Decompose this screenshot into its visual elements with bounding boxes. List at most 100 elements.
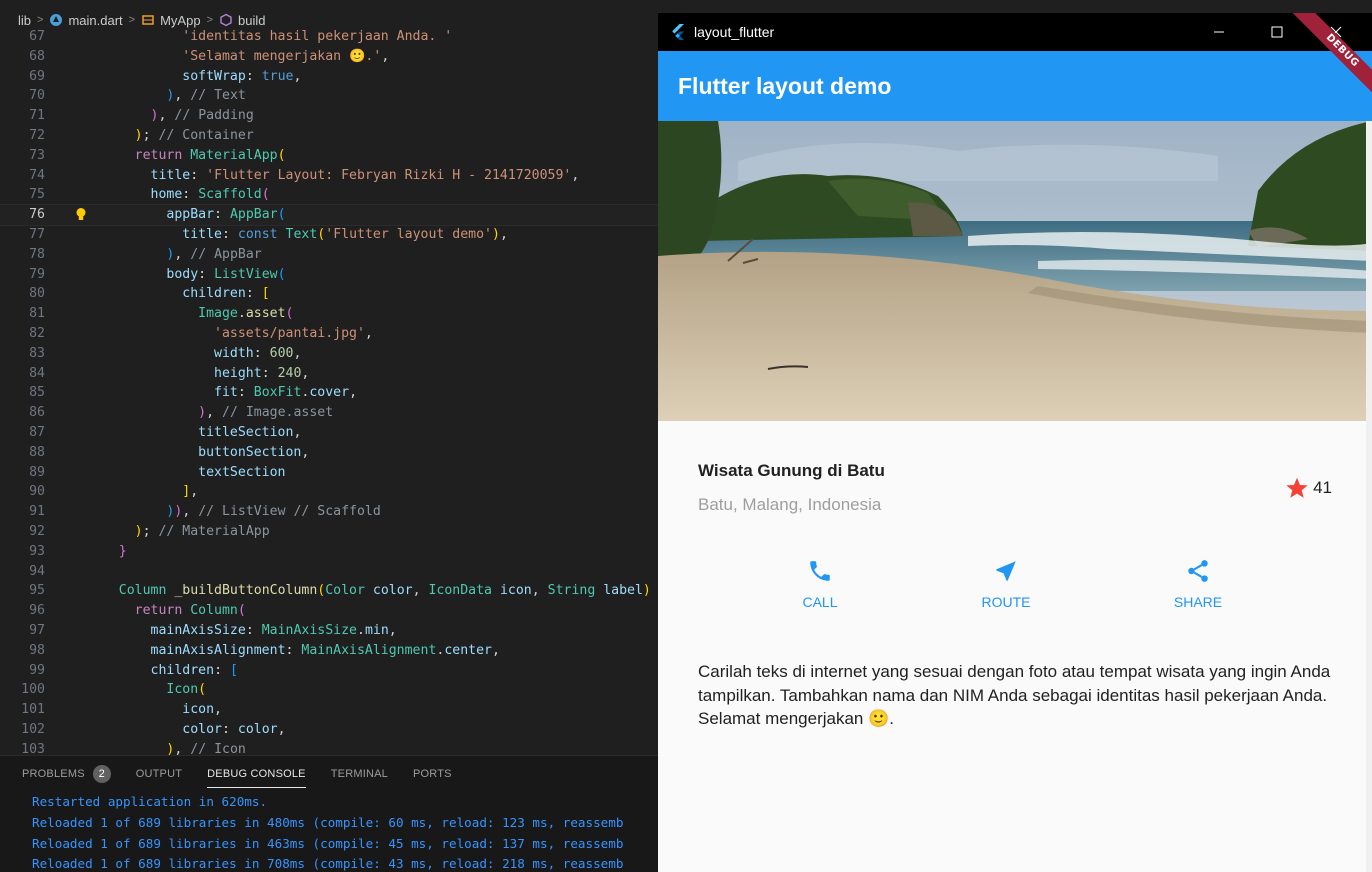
- code-line[interactable]: 94: [0, 562, 658, 582]
- code-area[interactable]: 67 'identitas hasil pekerjaan Anda. ' 68 …: [0, 27, 658, 759]
- code-text: textSection: [198, 464, 286, 480]
- code-text: children: [: [182, 286, 270, 302]
- console-line: Reloaded 1 of 689 libraries in 463ms (co…: [32, 835, 624, 851]
- code-line[interactable]: 81 Image.asset(: [0, 304, 658, 324]
- code-line[interactable]: 78 ), // AppBar: [0, 245, 658, 265]
- maximize-button[interactable]: [1248, 13, 1306, 51]
- code-line[interactable]: 71 ), // Padding: [0, 106, 658, 126]
- line-number: 80: [29, 286, 45, 302]
- console-line: Restarted application in 620ms.: [32, 794, 268, 809]
- code-line[interactable]: 91 )), // ListView // Scaffold: [0, 502, 658, 522]
- window-edge: [1366, 121, 1372, 872]
- code-line[interactable]: 85 fit: BoxFit.cover,: [0, 383, 658, 403]
- line-number: 88: [29, 444, 45, 460]
- code-line[interactable]: 97 mainAxisSize: MainAxisSize.min,: [0, 621, 658, 641]
- code-line[interactable]: 75 home: Scaffold(: [0, 185, 658, 205]
- code-line[interactable]: 93 }: [0, 542, 658, 562]
- line-number: 96: [29, 603, 45, 619]
- tab-terminal[interactable]: TERMINAL: [331, 756, 388, 792]
- flutter-app-window: layout_flutter Flutter layout demo DEBUG: [658, 13, 1372, 872]
- code-text: ), // Image.asset: [198, 405, 334, 421]
- code-text: return MaterialApp(: [134, 147, 286, 163]
- line-number: 70: [29, 88, 45, 104]
- tab-debug-console[interactable]: DEBUG CONSOLE: [207, 756, 306, 792]
- bottom-panel: PROBLEMS 2 OUTPUT DEBUG CONSOLE TERMINAL…: [0, 755, 658, 872]
- code-line[interactable]: 80 children: [: [0, 284, 658, 304]
- beach-photo: [658, 121, 1372, 421]
- chevron-right-icon: >: [128, 14, 136, 26]
- tab-ports[interactable]: PORTS: [413, 756, 452, 792]
- code-line[interactable]: 100 Icon(: [0, 680, 658, 700]
- route-button[interactable]: ROUTE: [956, 558, 1056, 610]
- code-line[interactable]: 98 mainAxisAlignment: MainAxisAlignment.…: [0, 641, 658, 661]
- code-line[interactable]: 73 return MaterialApp(: [0, 146, 658, 166]
- code-line[interactable]: 86 ), // Image.asset: [0, 403, 658, 423]
- code-line[interactable]: 84 height: 240,: [0, 364, 658, 384]
- code-text: return Column(: [134, 603, 246, 619]
- title-section: Wisata Gunung di Batu Batu, Malang, Indo…: [698, 461, 1332, 521]
- code-line[interactable]: 99 children: [: [0, 661, 658, 681]
- window-titlebar[interactable]: layout_flutter: [658, 13, 1372, 51]
- code-text: 'assets/pantai.jpg',: [214, 325, 373, 341]
- code-line[interactable]: 88 buttonSection,: [0, 443, 658, 463]
- tab-problems[interactable]: PROBLEMS 2: [22, 756, 111, 792]
- code-line[interactable]: 96 return Column(: [0, 601, 658, 621]
- line-number: 101: [21, 702, 45, 718]
- breadcrumb-lib[interactable]: lib: [18, 13, 31, 28]
- code-line[interactable]: 67 'identitas hasil pekerjaan Anda. ': [0, 27, 658, 47]
- code-text: mainAxisSize: MainAxisSize.min,: [150, 622, 397, 638]
- code-line[interactable]: 77 title: const Text('Flutter layout dem…: [0, 225, 658, 245]
- code-line[interactable]: 90 ],: [0, 482, 658, 502]
- call-button[interactable]: CALL: [770, 558, 870, 610]
- code-text: color: color,: [182, 721, 286, 737]
- line-number: 95: [29, 583, 45, 599]
- line-number: 74: [29, 167, 45, 183]
- breadcrumb-file[interactable]: main.dart: [68, 13, 122, 28]
- minimize-button[interactable]: [1190, 13, 1248, 51]
- place-name: Wisata Gunung di Batu: [698, 461, 885, 480]
- debug-console-output[interactable]: Restarted application in 620ms. Reloaded…: [0, 792, 658, 872]
- line-number: 79: [29, 266, 45, 282]
- breadcrumb-method[interactable]: build: [238, 13, 265, 28]
- code-text: appBar: AppBar(: [166, 207, 286, 223]
- tab-terminal-label: TERMINAL: [330, 768, 388, 780]
- code-line[interactable]: 102 color: color,: [0, 720, 658, 740]
- line-number: 68: [29, 48, 45, 64]
- code-line[interactable]: 74 title: 'Flutter Layout: Febryan Rizki…: [0, 166, 658, 186]
- code-line[interactable]: 82 'assets/pantai.jpg',: [0, 324, 658, 344]
- line-number: 98: [29, 642, 45, 658]
- code-line[interactable]: 79 body: ListView(: [0, 265, 658, 285]
- tab-output[interactable]: OUTPUT: [136, 756, 182, 792]
- code-text: fit: BoxFit.cover,: [214, 385, 358, 401]
- code-line[interactable]: 72 ); // Container: [0, 126, 658, 146]
- code-line[interactable]: 83 width: 600,: [0, 344, 658, 364]
- breadcrumb-class[interactable]: MyApp: [160, 13, 200, 28]
- share-button[interactable]: SHARE: [1148, 558, 1248, 610]
- rating[interactable]: 41: [1285, 476, 1332, 500]
- line-number: 90: [29, 484, 45, 500]
- line-number: 100: [21, 682, 45, 698]
- line-number: 77: [29, 226, 45, 242]
- line-number: 73: [29, 147, 45, 163]
- code-line[interactable]: 68 'Selamat mengerjakan 🙂.',: [0, 47, 658, 67]
- code-text: Image.asset(: [198, 306, 294, 322]
- code-line[interactable]: 92 ); // MaterialApp: [0, 522, 658, 542]
- code-line[interactable]: 70 ), // Text: [0, 86, 658, 106]
- code-line[interactable]: 69 softWrap: true,: [0, 67, 658, 87]
- line-number: 72: [29, 127, 45, 143]
- class-icon: [142, 15, 154, 25]
- code-line[interactable]: 95 Column _buildButtonColumn(Color color…: [0, 581, 658, 601]
- code-line[interactable]: 76 appBar: AppBar(: [0, 204, 658, 226]
- flutter-logo-icon: [672, 24, 684, 40]
- line-number: 93: [29, 543, 45, 559]
- lightbulb-icon[interactable]: [75, 207, 87, 222]
- line-number: 94: [29, 563, 45, 579]
- code-line[interactable]: 101 icon,: [0, 700, 658, 720]
- tab-debug-console-label: DEBUG CONSOLE: [207, 768, 306, 780]
- line-number: 69: [29, 68, 45, 84]
- code-text: 'Selamat mengerjakan 🙂.',: [182, 48, 390, 64]
- code-editor[interactable]: lib > main.dart > MyApp > build 67 'iden…: [0, 0, 658, 872]
- line-number: 91: [29, 504, 45, 520]
- code-line[interactable]: 89 textSection: [0, 463, 658, 483]
- code-line[interactable]: 87 titleSection,: [0, 423, 658, 443]
